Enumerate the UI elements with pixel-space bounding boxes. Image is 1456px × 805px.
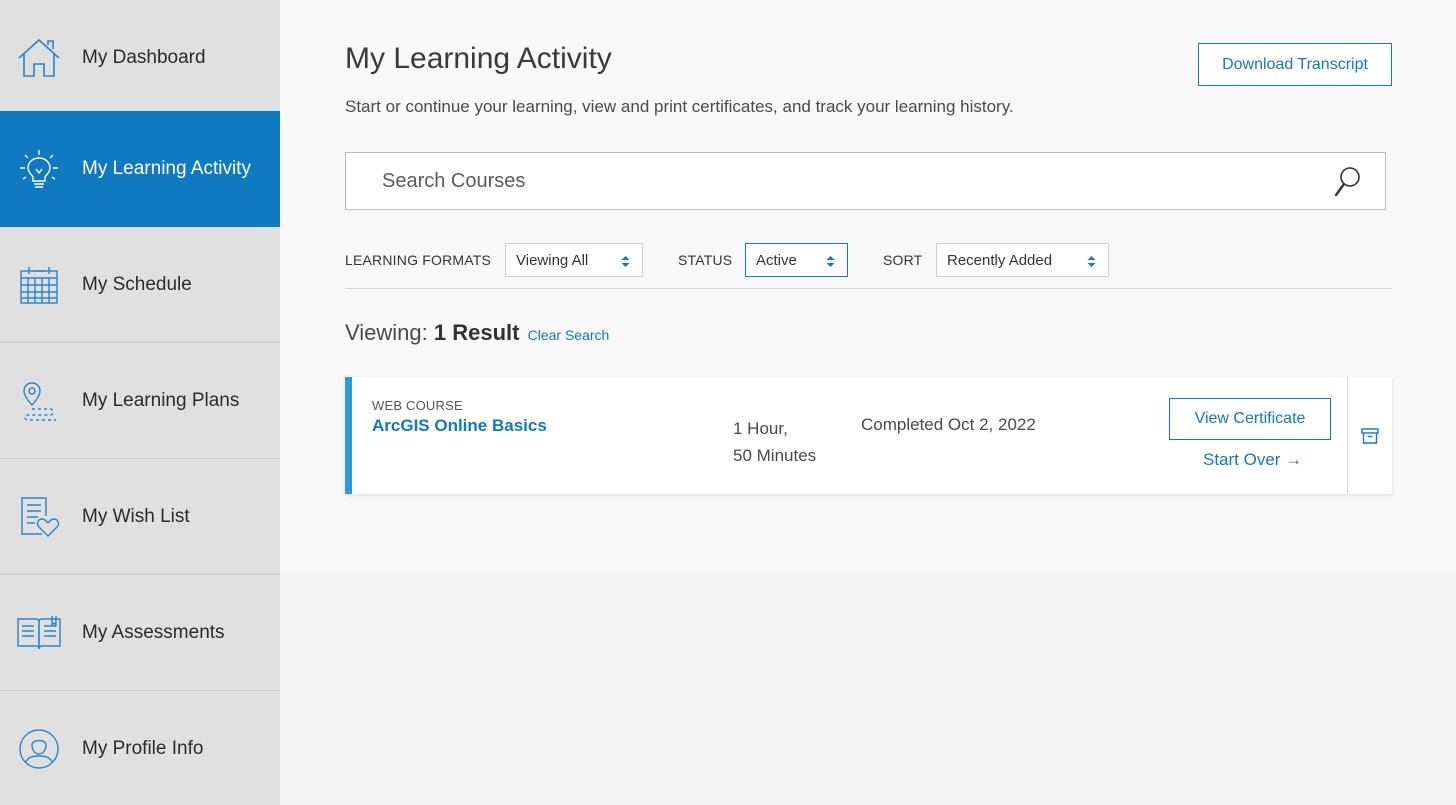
document-heart-icon (16, 494, 62, 540)
sidebar-item-label: My Dashboard (82, 46, 206, 68)
sort-label: SORT (883, 252, 923, 268)
course-duration-line: 50 Minutes (733, 446, 817, 465)
sidebar-item-learning-activity[interactable]: My Learning Activity (0, 111, 294, 227)
select-arrows-icon (826, 256, 835, 267)
archive-icon (1361, 427, 1379, 444)
start-over-link[interactable]: Start Over → (1203, 450, 1302, 470)
sidebar-item-wish-list[interactable]: My Wish List (0, 459, 280, 575)
sidebar-item-label: My Assessments (82, 621, 225, 643)
viewing-label: Viewing: (345, 320, 428, 345)
sidebar-item-dashboard[interactable]: My Dashboard (0, 0, 280, 116)
search-icon[interactable] (1333, 165, 1363, 199)
learning-formats-value: Viewing All (516, 251, 589, 269)
sidebar-item-label: My Learning Plans (82, 389, 240, 411)
result-count: 1 Result (433, 320, 520, 345)
sidebar-item-label: My Schedule (82, 273, 192, 295)
lower-background (280, 572, 1456, 805)
learning-formats-select[interactable]: Viewing All (505, 243, 643, 277)
course-status: Completed Oct 2, 2022 (861, 415, 1036, 434)
open-book-icon (16, 610, 62, 656)
filters-divider (345, 288, 1392, 289)
page-title: My Learning Activity (345, 42, 612, 75)
status-label: STATUS (678, 252, 733, 268)
sidebar-item-assessments[interactable]: My Assessments (0, 575, 280, 691)
select-arrows-icon (621, 256, 630, 267)
sidebar: My Dashboard My Learning Activity My Sch… (0, 0, 294, 805)
lightbulb-icon (16, 146, 62, 192)
user-profile-icon (16, 726, 62, 772)
sidebar-item-learning-plans[interactable]: My Learning Plans (0, 343, 280, 459)
main-content: My Learning Activity Download Transcript… (280, 0, 1456, 572)
course-duration: 1 Hour, 50 Minutes (733, 415, 843, 469)
card-accent-bar (345, 377, 352, 494)
clear-search-link[interactable]: Clear Search (528, 327, 610, 343)
archive-button[interactable] (1348, 377, 1392, 494)
search-box (345, 152, 1386, 210)
results-summary: Viewing: 1 Result Clear Search (345, 320, 609, 346)
course-title-link[interactable]: ArcGIS Online Basics (372, 416, 547, 436)
sidebar-item-profile-info[interactable]: My Profile Info (0, 691, 280, 805)
sidebar-item-label: My Profile Info (82, 738, 204, 759)
sidebar-item-schedule[interactable]: My Schedule (0, 227, 280, 343)
sidebar-item-label: My Learning Activity (82, 157, 251, 179)
course-type: WEB COURSE (372, 398, 463, 413)
course-duration-line: 1 Hour, (733, 419, 788, 438)
calendar-icon (16, 262, 62, 308)
sort-select[interactable]: Recently Added (936, 243, 1109, 277)
status-select[interactable]: Active (745, 243, 848, 277)
sort-value: Recently Added (947, 251, 1053, 269)
page-subtitle: Start or continue your learning, view an… (345, 97, 1014, 116)
learning-formats-label: LEARNING FORMATS (345, 252, 492, 268)
map-pin-path-icon (16, 378, 62, 424)
view-certificate-button[interactable]: View Certificate (1169, 398, 1331, 440)
sidebar-item-label: My Wish List (82, 505, 190, 527)
course-card: WEB COURSE ArcGIS Online Basics 1 Hour, … (345, 377, 1392, 494)
search-input[interactable] (346, 153, 1326, 209)
filters-bar: LEARNING FORMATS Viewing All STATUS Acti… (345, 243, 1392, 277)
select-arrows-icon (1087, 256, 1096, 267)
download-transcript-button[interactable]: Download Transcript (1198, 43, 1392, 86)
status-value: Active (756, 251, 797, 269)
home-icon (16, 35, 62, 81)
